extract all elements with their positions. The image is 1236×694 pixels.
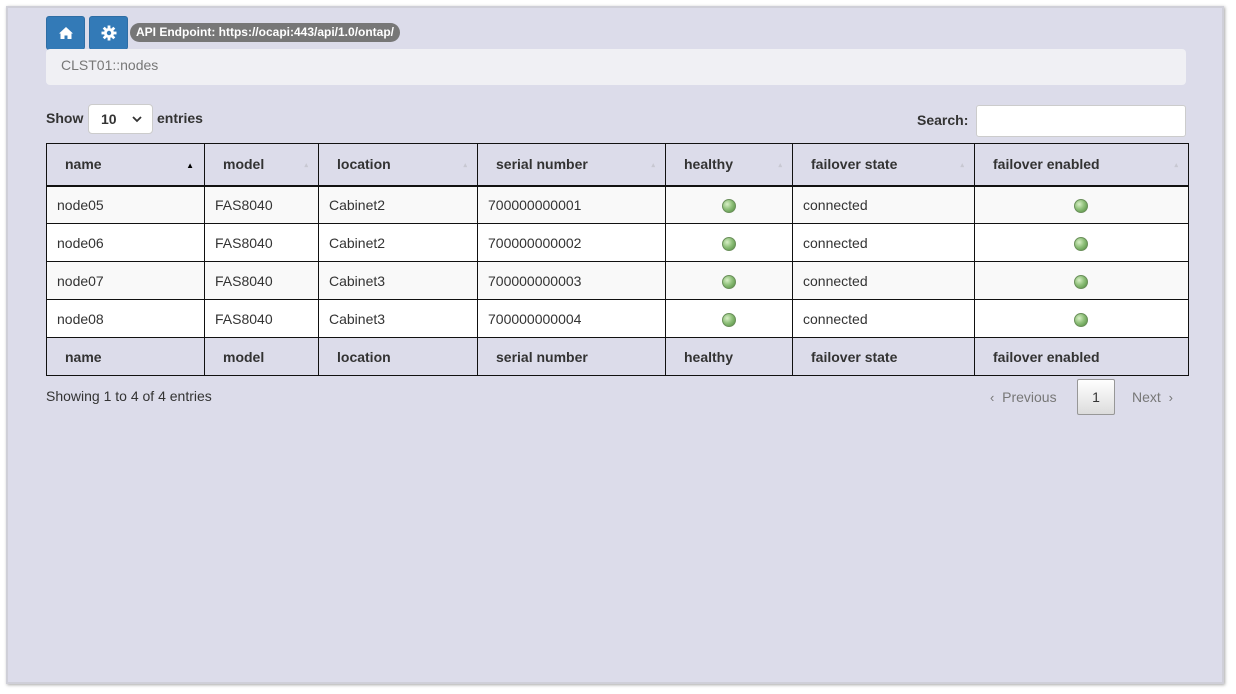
cell-name: node05 — [46, 185, 205, 224]
column-header-label: failover enabled — [993, 156, 1100, 173]
table-row: node05 FAS8040 Cabinet2 700000000001 con… — [46, 185, 1189, 224]
column-footer-failover-state: failover state — [792, 337, 975, 376]
sort-icon: ▴ — [1174, 162, 1178, 169]
status-ok-icon — [721, 236, 736, 251]
column-header-failover-enabled[interactable]: failover enabled ▴ — [974, 143, 1189, 187]
chevron-left-icon: ‹ — [990, 390, 995, 405]
page-frame: API Endpoint: https://ocapi:443/api/1.0/… — [6, 6, 1224, 684]
status-ok-icon — [721, 312, 736, 327]
entries-length-select[interactable]: 10 — [88, 104, 153, 134]
status-ok-icon — [1074, 274, 1088, 289]
page-button-1[interactable]: 1 — [1077, 379, 1115, 415]
status-ok-icon — [1074, 198, 1088, 213]
sort-icon: ▴ — [778, 162, 782, 169]
status-ok-icon — [721, 274, 736, 289]
status-ok-icon — [1074, 236, 1088, 251]
search-input[interactable] — [976, 105, 1186, 137]
cell-location: Cabinet3 — [318, 261, 478, 300]
cell-model: FAS8040 — [204, 261, 319, 300]
cell-failover-state: connected — [792, 185, 975, 224]
cell-healthy — [665, 223, 793, 262]
entries-length-value: 10 — [101, 111, 117, 127]
cell-healthy — [665, 299, 793, 338]
column-footer-location: location — [318, 337, 478, 376]
api-endpoint-badge: API Endpoint: https://ocapi:443/api/1.0/… — [130, 23, 401, 42]
breadcrumb-item: CLST01::nodes — [61, 57, 159, 73]
column-header-model[interactable]: model ▴ — [204, 143, 319, 187]
cell-model: FAS8040 — [204, 185, 319, 224]
column-header-label: failover state — [811, 156, 898, 173]
chevron-right-icon: › — [1168, 390, 1173, 405]
cell-location: Cabinet2 — [318, 185, 478, 224]
status-ok-icon — [721, 198, 736, 213]
home-button[interactable] — [46, 16, 85, 50]
column-footer-model: model — [204, 337, 319, 376]
column-footer-name: name — [46, 337, 205, 376]
status-ok-icon — [1074, 312, 1088, 327]
sort-icon: ▴ — [463, 162, 467, 169]
cell-healthy — [665, 185, 793, 224]
nodes-table: name ▲ model ▴ location ▴ serial number ▴ he… — [46, 143, 1189, 376]
column-header-label: serial number — [496, 156, 588, 173]
cell-failover-state: connected — [792, 223, 975, 262]
cell-location: Cabinet2 — [318, 223, 478, 262]
breadcrumb: CLST01::nodes — [46, 49, 1186, 85]
column-footer-failover-enabled: failover enabled — [974, 337, 1189, 376]
column-footer-healthy: healthy — [665, 337, 793, 376]
cell-name: node06 — [46, 223, 205, 262]
cell-name: node08 — [46, 299, 205, 338]
entries-label: entries — [157, 110, 203, 126]
column-header-serial-number[interactable]: serial number ▴ — [477, 143, 666, 187]
previous-page-button[interactable]: ‹ Previous — [990, 389, 1057, 405]
cell-location: Cabinet3 — [318, 299, 478, 338]
cell-failover-enabled — [974, 299, 1189, 338]
column-header-label: healthy — [684, 156, 734, 173]
column-header-label: name — [65, 156, 102, 173]
cell-serial-number: 700000000003 — [477, 261, 666, 300]
table-row: node07 FAS8040 Cabinet3 700000000003 con… — [46, 261, 1189, 300]
column-footer-serial-number: serial number — [477, 337, 666, 376]
cell-model: FAS8040 — [204, 299, 319, 338]
cell-serial-number: 700000000004 — [477, 299, 666, 338]
cell-failover-enabled — [974, 185, 1189, 224]
table-footer-row: name model location serial number health… — [46, 337, 1189, 376]
cell-serial-number: 700000000001 — [477, 185, 666, 224]
cell-failover-state: connected — [792, 299, 975, 338]
cell-healthy — [665, 261, 793, 300]
column-header-name[interactable]: name ▲ — [46, 143, 205, 187]
next-page-button[interactable]: Next › — [1132, 389, 1173, 405]
cell-failover-state: connected — [792, 261, 975, 300]
sort-icon: ▴ — [960, 162, 964, 169]
sort-ascending-icon: ▲ — [186, 161, 194, 170]
search-label: Search: — [917, 112, 969, 128]
column-header-label: location — [337, 156, 391, 173]
cell-failover-enabled — [974, 261, 1189, 300]
table-row: node06 FAS8040 Cabinet2 700000000002 con… — [46, 223, 1189, 262]
previous-label: Previous — [1002, 389, 1057, 405]
column-header-healthy[interactable]: healthy ▴ — [665, 143, 793, 187]
gear-icon — [101, 25, 116, 41]
cell-failover-enabled — [974, 223, 1189, 262]
column-header-label: model — [223, 156, 265, 173]
column-header-failover-state[interactable]: failover state ▴ — [792, 143, 975, 187]
sort-icon: ▴ — [651, 162, 655, 169]
column-header-location[interactable]: location ▴ — [318, 143, 478, 187]
next-label: Next — [1132, 389, 1161, 405]
show-label: Show — [46, 110, 84, 126]
settings-button[interactable] — [89, 16, 128, 50]
table-info: Showing 1 to 4 of 4 entries — [46, 388, 212, 404]
cell-name: node07 — [46, 261, 205, 300]
chevron-down-icon — [132, 116, 142, 123]
table-row: node08 FAS8040 Cabinet3 700000000004 con… — [46, 299, 1189, 338]
cell-model: FAS8040 — [204, 223, 319, 262]
home-icon — [58, 27, 73, 39]
table-header-row: name ▲ model ▴ location ▴ serial number ▴ he… — [46, 143, 1189, 187]
sort-icon: ▴ — [304, 162, 308, 169]
cell-serial-number: 700000000002 — [477, 223, 666, 262]
